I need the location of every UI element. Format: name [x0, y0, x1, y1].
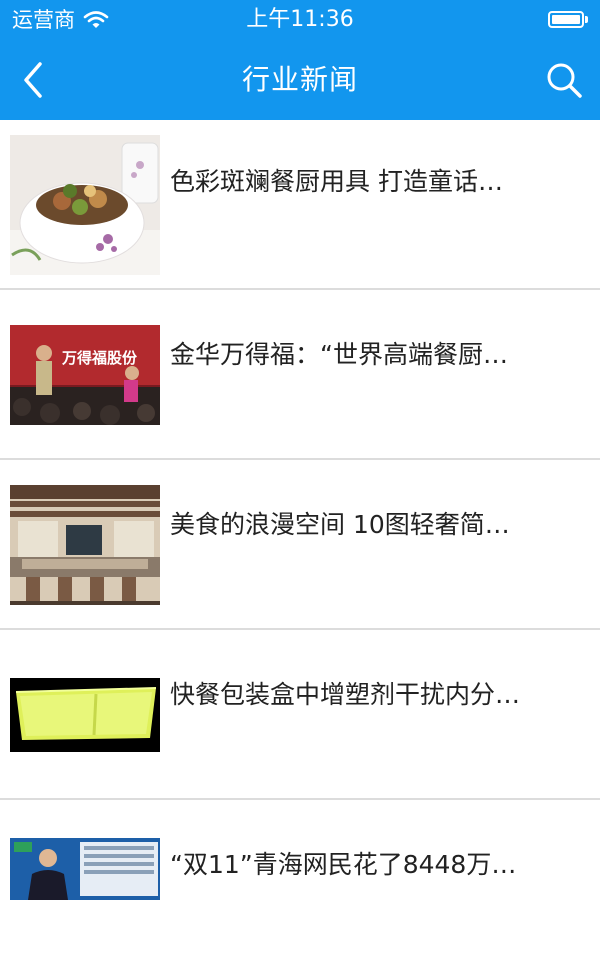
battery-icon: [548, 11, 588, 28]
status-bar: 运营商 上午11:36: [0, 0, 600, 40]
news-thumbnail: [10, 678, 160, 752]
news-title: 色彩斑斓餐厨用具 打造童话…: [170, 167, 503, 196]
news-item[interactable]: 色彩斑斓餐厨用具 打造童话…: [0, 120, 600, 290]
news-title: 快餐包装盒中增塑剂干扰内分…: [170, 680, 521, 709]
battery-fill: [552, 15, 580, 24]
news-title: “双11”青海网民花了8448万…: [170, 850, 517, 879]
news-title: 美食的浪漫空间 10图轻奢简…: [170, 510, 510, 539]
news-list: 色彩斑斓餐厨用具 打造童话… 万得福股份 金华万得福：“世界高端餐厨… 美食的浪…: [0, 120, 600, 970]
news-thumbnail: [10, 838, 160, 900]
page-title: 行业新闻: [241, 63, 358, 96]
status-time: 上午11:36: [246, 7, 354, 32]
search-button[interactable]: [544, 60, 584, 100]
news-item[interactable]: 快餐包装盒中增塑剂干扰内分…: [0, 630, 600, 800]
news-item[interactable]: 美食的浪漫空间 10图轻奢简…: [0, 460, 600, 630]
news-title: 金华万得福：“世界高端餐厨…: [170, 340, 508, 369]
nav-bar: 行业新闻: [0, 40, 600, 120]
news-thumbnail: [10, 485, 160, 605]
news-thumbnail: 万得福股份: [10, 325, 160, 425]
news-thumbnail: [10, 135, 160, 275]
news-item[interactable]: “双11”青海网民花了8448万…: [0, 800, 600, 970]
news-item[interactable]: 万得福股份 金华万得福：“世界高端餐厨…: [0, 290, 600, 460]
search-icon: [547, 63, 582, 98]
thumb-banner-text: 万得福股份: [61, 349, 138, 367]
